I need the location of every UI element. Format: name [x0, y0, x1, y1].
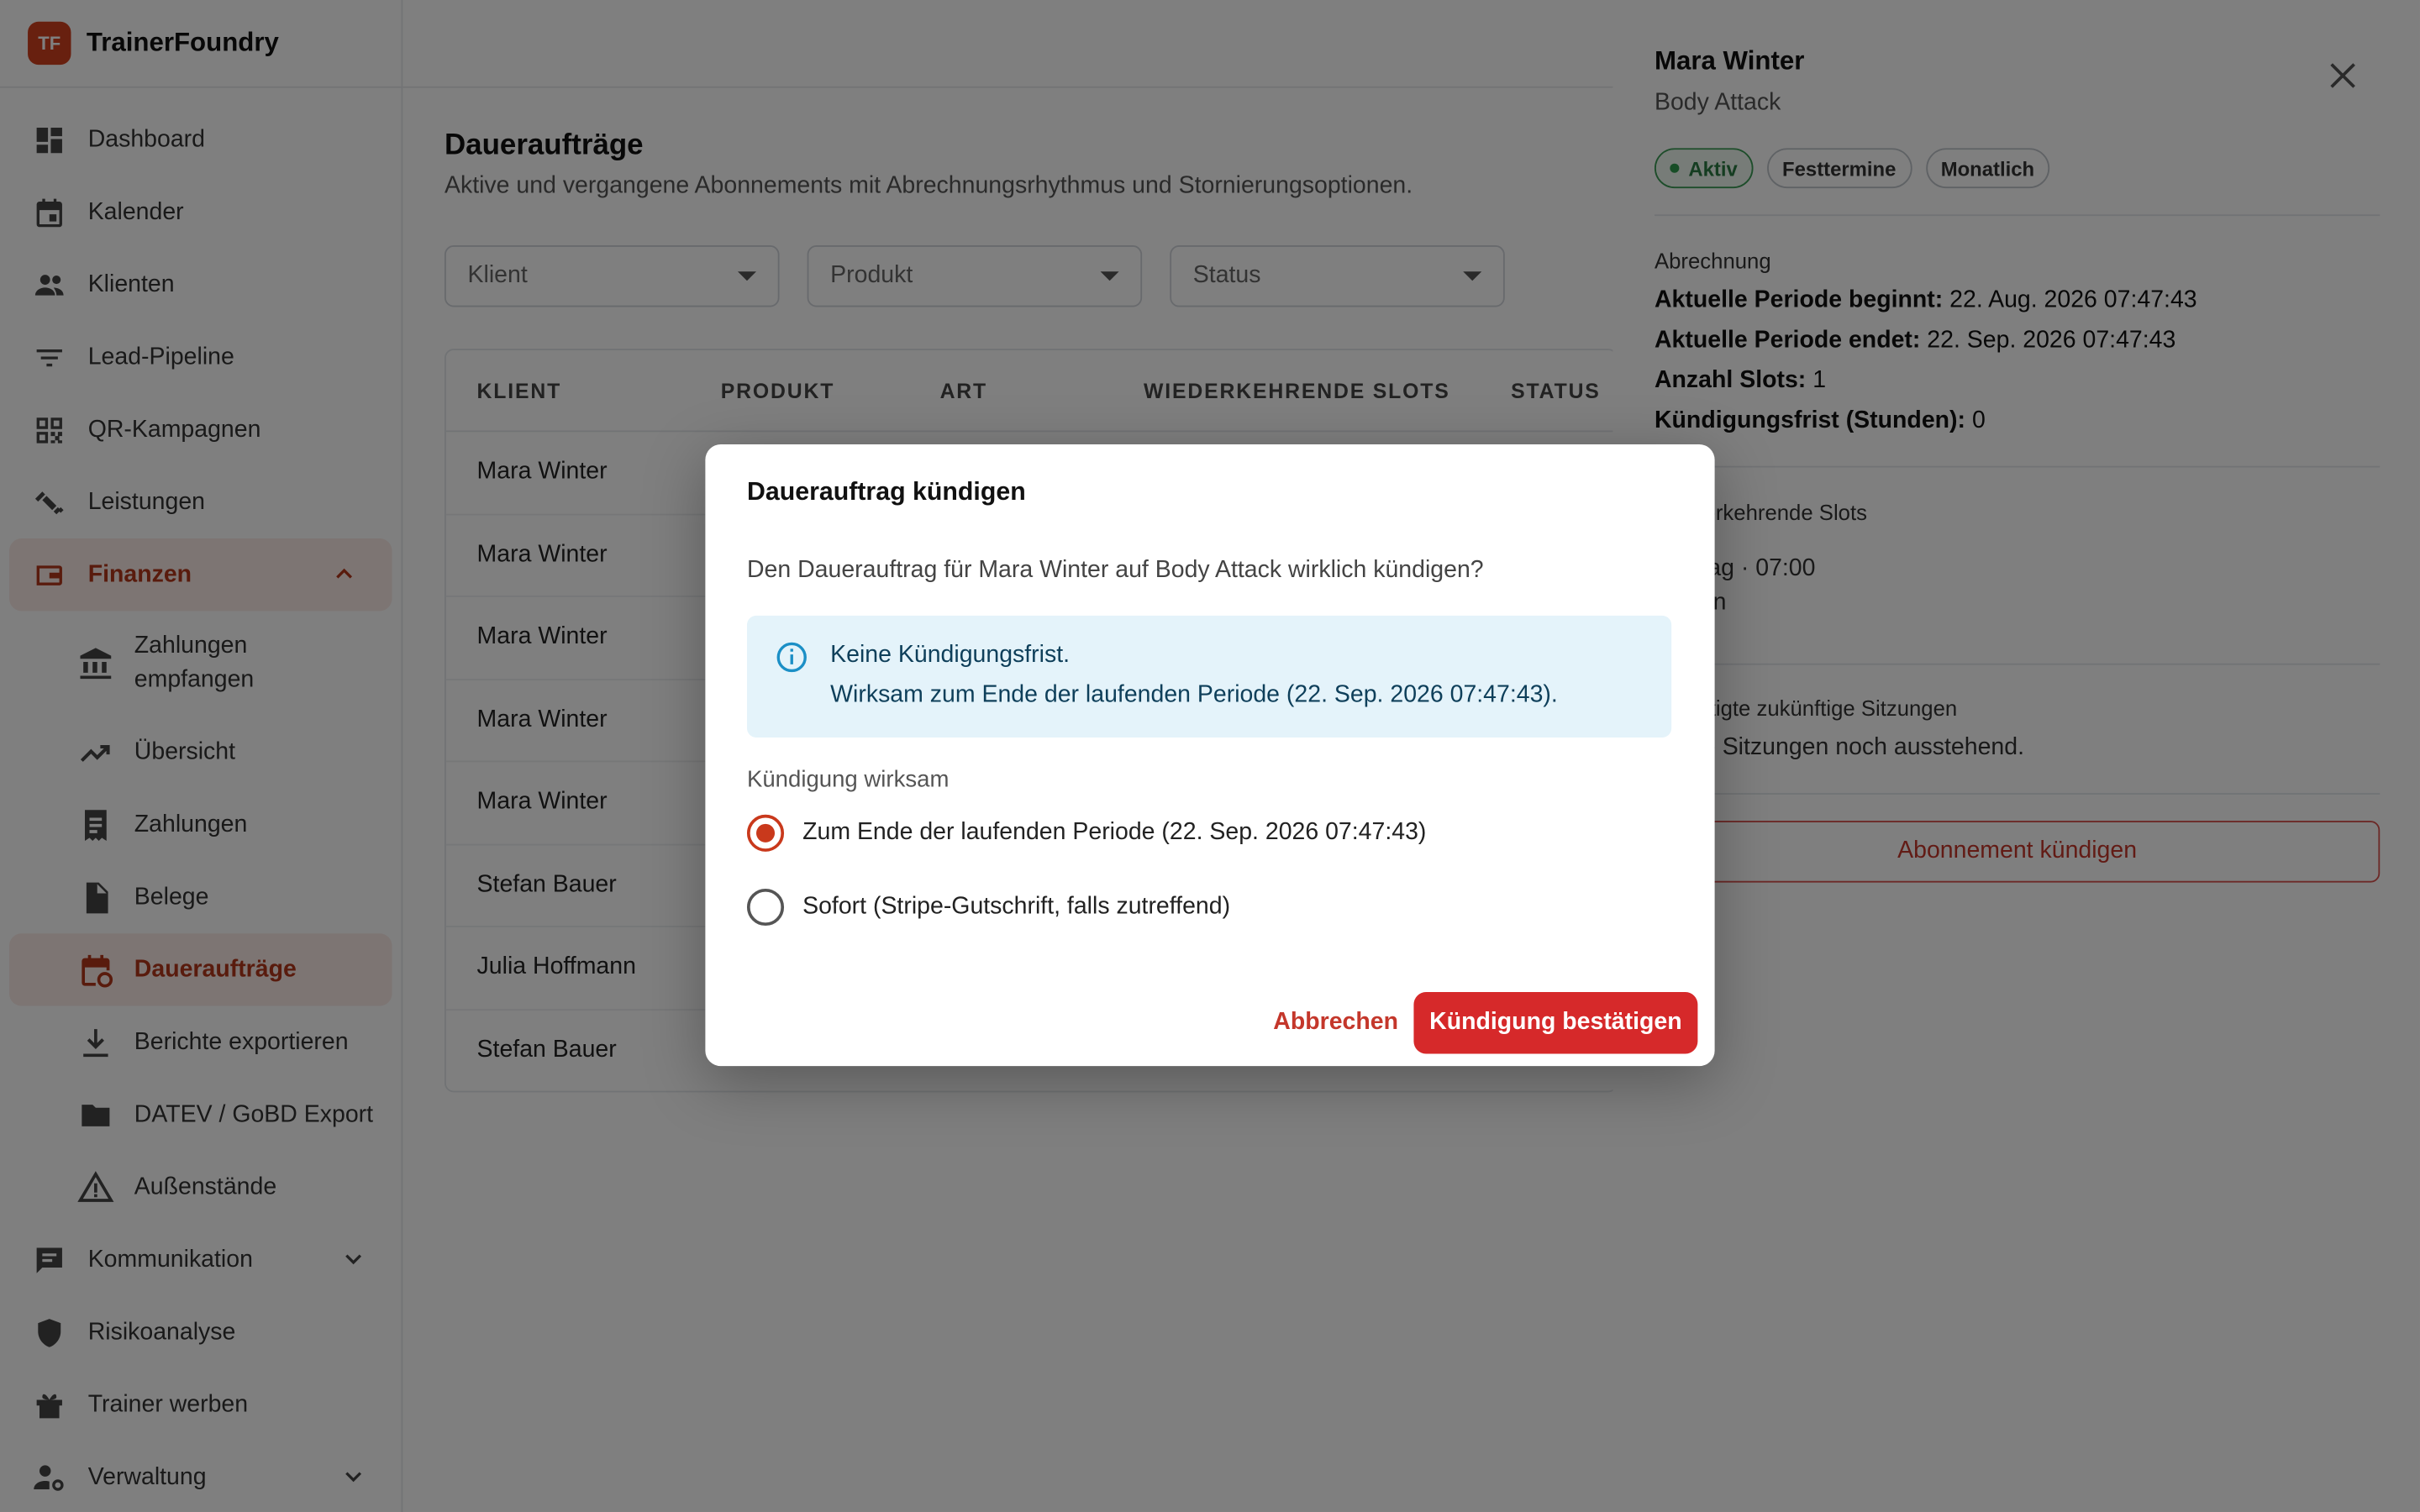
- radio-option-end-of-period[interactable]: Zum Ende der laufenden Periode (22. Sep.…: [746, 814, 1427, 852]
- info-icon: [776, 642, 807, 673]
- effective-mode-label: Kündigung wirksam: [746, 766, 950, 794]
- confirm-cancellation-button[interactable]: Kündigung bestätigen: [1413, 992, 1698, 1054]
- app-stage: TF TrainerFoundry Dashboard Kalender Kli…: [0, 0, 2420, 1512]
- radio-dot: [755, 823, 776, 843]
- notice-info-box: Keine Kündigungsfrist. Wirksam zum Ende …: [746, 615, 1672, 738]
- radio-option-label: Zum Ende der laufenden Periode (22. Sep.…: [802, 819, 1427, 846]
- dialog-question: Den Dauerauftrag für Mara Winter auf Bod…: [746, 557, 1484, 584]
- radio-option-label: Sofort (Stripe-Gutschrift, falls zutreff…: [802, 893, 1231, 920]
- cancel-standing-order-dialog: Dauerauftrag kündigen Den Dauerauftrag f…: [705, 444, 1715, 1067]
- info-line-1: Keine Kündigungsfrist.: [830, 642, 1071, 669]
- radio-button[interactable]: [746, 814, 785, 852]
- info-line-2: Wirksam zum Ende der laufenden Periode (…: [830, 681, 1558, 709]
- radio-button[interactable]: [746, 888, 785, 927]
- abort-button[interactable]: Abbrechen: [1255, 994, 1417, 1053]
- radio-option-immediate[interactable]: Sofort (Stripe-Gutschrift, falls zutreff…: [746, 888, 1231, 927]
- dialog-title: Dauerauftrag kündigen: [746, 478, 1026, 507]
